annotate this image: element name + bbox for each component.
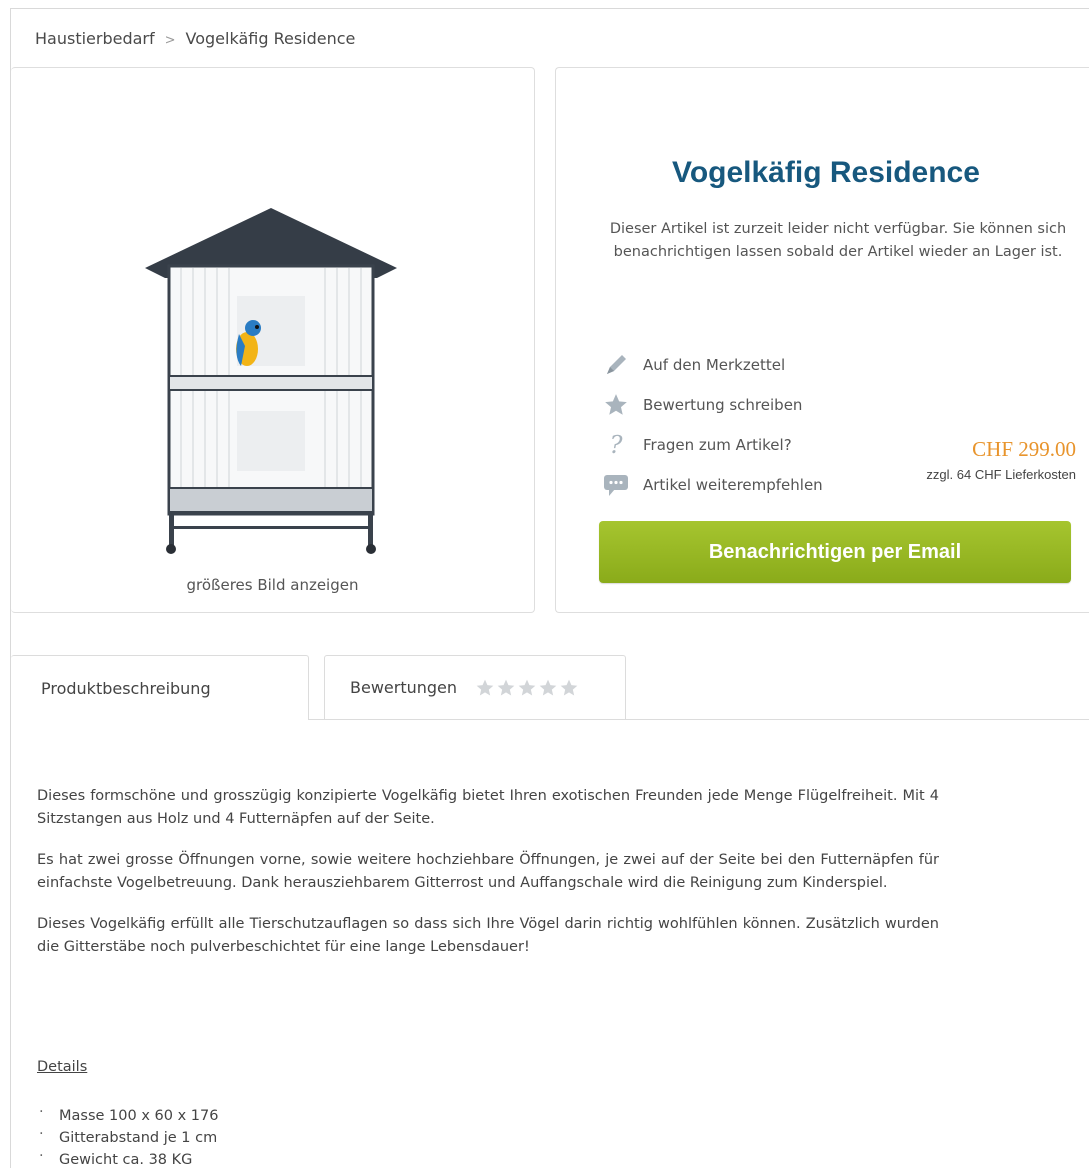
ask-question-label: Fragen zum Artikel? [643,436,792,454]
product-price: CHF 299.00 [972,437,1076,461]
pencil-icon [601,351,631,379]
details-list: Masse 100 x 60 x 176 Gitterabstand je 1 … [37,1101,218,1171]
availability-notice: Dieser Artikel ist zurzeit leider nicht … [609,221,1067,260]
recommend-link[interactable]: Artikel weiterempfehlen [601,465,823,505]
description-paragraph: Dieses Vogelkäfig erfüllt alle Tierschut… [37,916,939,955]
tab-reviews-label: Bewertungen [350,678,458,697]
rating-star-icon [497,679,515,695]
breadcrumb-separator: > [164,33,176,48]
price-box: CHF 299.00 zzgl. 64 CHF Lieferkosten [926,437,1076,482]
breadcrumb-current: Vogelkäfig Residence [185,29,356,48]
product-image-panel: größeres Bild anzeigen [11,67,535,613]
add-to-wishlist-link[interactable]: Auf den Merkzettel [601,345,823,385]
product-title: Vogelkäfig Residence [672,156,980,189]
rating-star-icon [476,679,494,695]
star-icon [601,391,631,419]
details-item: Gewicht ca. 38 KG [37,1145,218,1171]
tab-reviews[interactable]: Bewertungen [324,655,626,719]
rating-star-icon [560,679,578,695]
rating-star-icon [518,679,536,695]
details-item: Gitterabstand je 1 cm [37,1123,218,1149]
write-review-label: Bewertung schreiben [643,396,803,414]
shipping-cost: zzgl. 64 CHF Lieferkosten [926,467,1076,482]
recommend-label: Artikel weiterempfehlen [643,476,823,494]
rating-star-icon [539,679,557,695]
product-image[interactable] [141,206,401,556]
description-paragraph: Dieses formschöne und grosszügig konzipi… [37,788,939,827]
question-icon: ? [609,431,623,459]
show-larger-image-link[interactable]: größeres Bild anzeigen [11,576,534,594]
tab-product-description-label: Produktbeschreibung [41,678,211,698]
add-to-wishlist-label: Auf den Merkzettel [643,356,786,374]
product-description: Dieses formschöne und grosszügig konzipi… [37,785,939,977]
speech-bubble-icon [601,471,631,499]
breadcrumb: Haustierbedarf > Vogelkäfig Residence [35,29,355,48]
write-review-link[interactable]: Bewertung schreiben [601,385,823,425]
breadcrumb-home-link[interactable]: Haustierbedarf [35,29,155,48]
tab-product-description[interactable]: Produktbeschreibung [11,655,309,720]
description-paragraph: Es hat zwei grosse Öffnungen vorne, sowi… [37,852,939,891]
product-page: Haustierbedarf > Vogelkäfig Residence gr… [10,8,1089,1168]
rating-stars [475,678,579,698]
ask-question-link[interactable]: ? Fragen zum Artikel? [601,425,823,465]
notify-by-email-button[interactable]: Benachrichtigen per Email [599,521,1071,583]
details-item: Masse 100 x 60 x 176 [37,1101,218,1127]
product-actions: Auf den Merkzettel Bewertung schreiben ?… [601,345,823,505]
details-heading: Details [37,1059,88,1075]
